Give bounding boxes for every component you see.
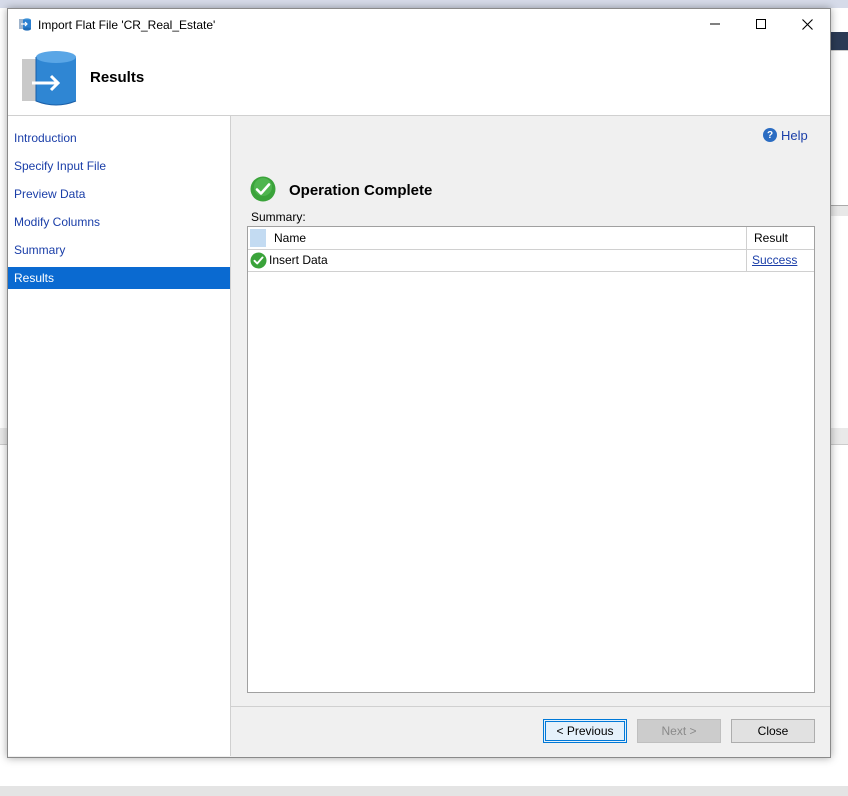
close-button[interactable]: Close	[731, 719, 815, 743]
maximize-button[interactable]	[738, 9, 784, 39]
background-toolbar	[0, 0, 848, 8]
close-icon	[801, 18, 813, 30]
page-title: Results	[90, 69, 145, 86]
nav-item-specify-input-file[interactable]: Specify Input File	[8, 155, 230, 177]
background-tab-strip	[828, 32, 848, 50]
row-result-link[interactable]: Success	[752, 250, 797, 271]
success-check-icon	[250, 252, 267, 269]
wizard-nav: Introduction Specify Input File Preview …	[8, 116, 231, 756]
row-name-cell: Insert Data	[269, 253, 328, 267]
app-icon	[19, 18, 31, 31]
database-import-icon	[22, 51, 77, 106]
summary-grid: Name Result Insert Data Success	[247, 226, 815, 693]
nav-item-modify-columns[interactable]: Modify Columns	[8, 211, 230, 233]
help-icon: ?	[763, 128, 777, 142]
next-button[interactable]: Next >	[637, 719, 721, 743]
background-status-bar	[0, 786, 848, 796]
column-header-result[interactable]: Result	[754, 227, 788, 249]
close-window-button[interactable]	[784, 9, 830, 39]
previous-button[interactable]: < Previous	[543, 719, 627, 743]
operation-status-title: Operation Complete	[289, 182, 433, 199]
grid-header: Name Result	[248, 227, 814, 250]
column-divider	[746, 250, 747, 271]
summary-label: Summary:	[251, 210, 306, 224]
title-bar: Import Flat File 'CR_Real_Estate'	[8, 9, 830, 39]
help-label: Help	[781, 127, 808, 143]
minimize-icon	[710, 23, 720, 25]
maximize-icon	[756, 19, 766, 29]
wizard-header: Results	[8, 39, 830, 116]
nav-item-preview-data[interactable]: Preview Data	[8, 183, 230, 205]
help-link[interactable]: ? Help	[763, 126, 808, 144]
nav-item-summary[interactable]: Summary	[8, 239, 230, 261]
column-divider	[746, 227, 747, 249]
minimize-button[interactable]	[692, 9, 738, 39]
results-page: ? Help Operation Complete Summary: Name …	[231, 116, 830, 756]
import-flat-file-dialog: Import Flat File 'CR_Real_Estate' Result…	[7, 8, 831, 758]
table-row[interactable]: Insert Data Success	[248, 250, 814, 272]
window-title: Import Flat File 'CR_Real_Estate'	[38, 18, 216, 32]
success-check-icon	[250, 176, 276, 202]
nav-item-introduction[interactable]: Introduction	[8, 127, 230, 149]
background-panel-header	[828, 205, 848, 216]
grid-row-header-stub	[250, 229, 266, 247]
column-header-name[interactable]: Name	[274, 227, 306, 249]
nav-item-results[interactable]: Results	[8, 267, 230, 289]
footer-divider	[231, 706, 830, 707]
background-divider	[828, 50, 848, 51]
